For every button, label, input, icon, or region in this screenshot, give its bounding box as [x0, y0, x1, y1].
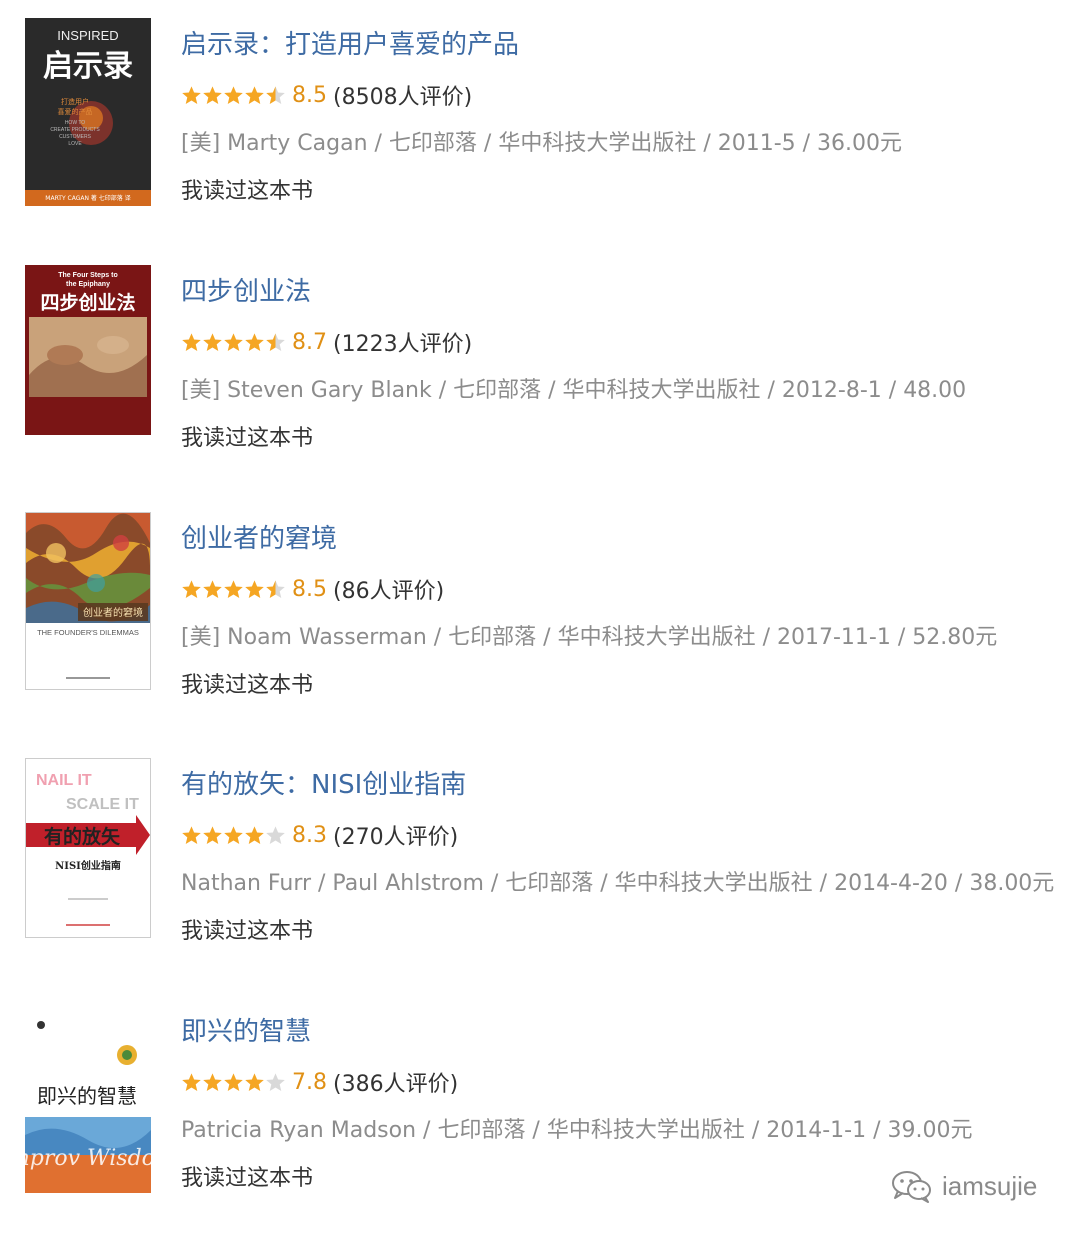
rating-count-4: (270人评价)	[333, 825, 459, 850]
cover-4-top1: NAIL IT	[36, 772, 92, 789]
cover-1-sub1: 打造用户	[61, 97, 89, 106]
star-full-icon	[203, 85, 222, 104]
cover-image-1: INSPIRED 启示录 打造用户 喜爱的产品 HOW TO CREATE PR…	[25, 18, 151, 206]
rating-row-5: 7.8 (386人评价)	[181, 1067, 458, 1097]
book-meta-4: Nathan Furr / Paul Ahlstrom / 七印部落 / 华中科…	[181, 871, 1055, 896]
cover-2-main: 四步创业法	[40, 291, 135, 314]
star-full-icon	[224, 85, 243, 104]
star-half-icon	[266, 85, 285, 104]
cover-2-top2: the Epiphany	[66, 281, 110, 288]
read-status-5: 我读过这本书	[181, 1166, 314, 1191]
star-full-icon	[203, 579, 222, 598]
read-status-1: 我读过这本书	[181, 179, 314, 204]
cover-1-en1: HOW TO	[65, 120, 85, 126]
read-status-2: 我读过这本书	[181, 426, 314, 451]
rating-score-5: 7.8	[292, 1069, 327, 1095]
rating-count-2: (1223人评价)	[333, 332, 473, 357]
book-meta-5: Patricia Ryan Madson / 七印部落 / 华中科技大学出版社 …	[181, 1118, 973, 1143]
cover-3-main: 创业者的窘境	[83, 606, 143, 619]
star-full-icon	[245, 332, 264, 351]
wechat-icon	[892, 1171, 931, 1203]
cover-1-main: 启示录	[43, 49, 133, 84]
cover-2-top1: The Four Steps to	[58, 272, 118, 279]
cover-1-sub2: 喜爱的产品	[58, 107, 93, 116]
book-cover-1[interactable]: INSPIRED 启示录 打造用户 喜爱的产品 HOW TO CREATE PR…	[25, 18, 151, 206]
book-cover-5[interactable]: 即兴的智慧 Improv Wisdom	[25, 1005, 151, 1193]
star-full-icon	[224, 579, 243, 598]
star-full-icon	[203, 332, 222, 351]
star-full-icon	[224, 332, 243, 351]
star-full-icon	[182, 579, 201, 598]
star-rating-2	[181, 332, 286, 353]
book-meta-2: [美] Steven Gary Blank / 七印部落 / 华中科技大学出版社…	[181, 378, 967, 403]
book-item-4: NAIL IT SCALE IT 有的放矢 NISI创业指南 有的放矢：NISI…	[0, 758, 1080, 958]
rating-score-3: 8.5	[292, 576, 327, 602]
cover-image-3: 创业者的窘境 THE FOUNDER'S DILEMMAS	[26, 513, 150, 689]
read-status-4: 我读过这本书	[181, 919, 314, 944]
star-full-icon	[245, 1072, 264, 1091]
star-rating-4	[181, 825, 286, 846]
cover-5-en: Improv Wisdom	[25, 1146, 151, 1171]
star-full-icon	[182, 85, 201, 104]
cover-5-main: 即兴的智慧	[37, 1084, 137, 1108]
star-rating-1	[181, 85, 286, 106]
book-item-3: 创业者的窘境 THE FOUNDER'S DILEMMAS 创业者的窘境 8.5…	[0, 512, 1080, 712]
cover-1-author: MARTY CAGAN 著 七印部落 译	[45, 194, 130, 202]
star-full-icon	[182, 332, 201, 351]
book-title-4[interactable]: 有的放矢：NISI创业指南	[181, 764, 466, 801]
star-empty-icon	[266, 825, 285, 844]
star-full-icon	[203, 825, 222, 844]
book-title-2[interactable]: 四步创业法	[181, 271, 311, 308]
star-rating-3	[181, 579, 286, 600]
book-cover-4[interactable]: NAIL IT SCALE IT 有的放矢 NISI创业指南	[25, 758, 151, 938]
star-half-icon	[266, 332, 285, 351]
star-half-icon	[266, 579, 285, 598]
read-status-3: 我读过这本书	[181, 673, 314, 698]
star-full-icon	[224, 825, 243, 844]
star-full-icon	[203, 1072, 222, 1091]
watermark: iamsujie	[890, 1168, 1037, 1204]
cover-1-en3: CUSTOMERS	[59, 134, 92, 140]
star-full-icon	[182, 825, 201, 844]
rating-score-1: 8.5	[292, 82, 327, 108]
rating-row-2: 8.7 (1223人评价)	[181, 327, 472, 357]
rating-row-1: 8.5 (8508人评价)	[181, 80, 472, 110]
rating-count-3: (86人评价)	[333, 579, 445, 604]
book-title-3[interactable]: 创业者的窘境	[181, 518, 337, 555]
cover-1-en4: LOVE	[68, 141, 82, 147]
rating-count-1: (8508人评价)	[333, 85, 473, 110]
rating-score-4: 8.3	[292, 822, 327, 848]
star-full-icon	[245, 85, 264, 104]
book-meta-1: [美] Marty Cagan / 七印部落 / 华中科技大学出版社 / 201…	[181, 131, 903, 156]
book-title-5[interactable]: 即兴的智慧	[181, 1011, 311, 1048]
cover-image-5: 即兴的智慧 Improv Wisdom	[25, 1005, 151, 1193]
cover-1-en2: CREATE PRODUCTS	[50, 127, 100, 133]
book-item-2: The Four Steps to the Epiphany 四步创业法 四步创…	[0, 265, 1080, 465]
star-rating-5	[181, 1072, 286, 1093]
book-meta-3: [美] Noam Wasserman / 七印部落 / 华中科技大学出版社 / …	[181, 625, 998, 650]
rating-score-2: 8.7	[292, 329, 327, 355]
watermark-text: iamsujie	[942, 1170, 1038, 1201]
cover-1-top: INSPIRED	[57, 28, 118, 43]
star-full-icon	[245, 825, 264, 844]
book-cover-3[interactable]: 创业者的窘境 THE FOUNDER'S DILEMMAS	[25, 512, 151, 690]
rating-row-4: 8.3 (270人评价)	[181, 820, 458, 850]
star-full-icon	[224, 1072, 243, 1091]
cover-4-main: 有的放矢	[44, 825, 121, 848]
book-title-1[interactable]: 启示录：打造用户喜爱的产品	[181, 24, 519, 61]
star-full-icon	[245, 579, 264, 598]
cover-4-top2: SCALE IT	[66, 796, 139, 813]
cover-3-en: THE FOUNDER'S DILEMMAS	[37, 628, 139, 637]
cover-image-2: The Four Steps to the Epiphany 四步创业法	[25, 265, 151, 435]
cover-image-4: NAIL IT SCALE IT 有的放矢 NISI创业指南	[26, 759, 150, 937]
rating-count-5: (386人评价)	[333, 1072, 459, 1097]
star-full-icon	[182, 1072, 201, 1091]
book-item-1: INSPIRED 启示录 打造用户 喜爱的产品 HOW TO CREATE PR…	[0, 18, 1080, 218]
rating-row-3: 8.5 (86人评价)	[181, 574, 444, 604]
book-cover-2[interactable]: The Four Steps to the Epiphany 四步创业法	[25, 265, 151, 435]
cover-4-sub: NISI创业指南	[55, 859, 121, 872]
star-empty-icon	[266, 1072, 285, 1091]
